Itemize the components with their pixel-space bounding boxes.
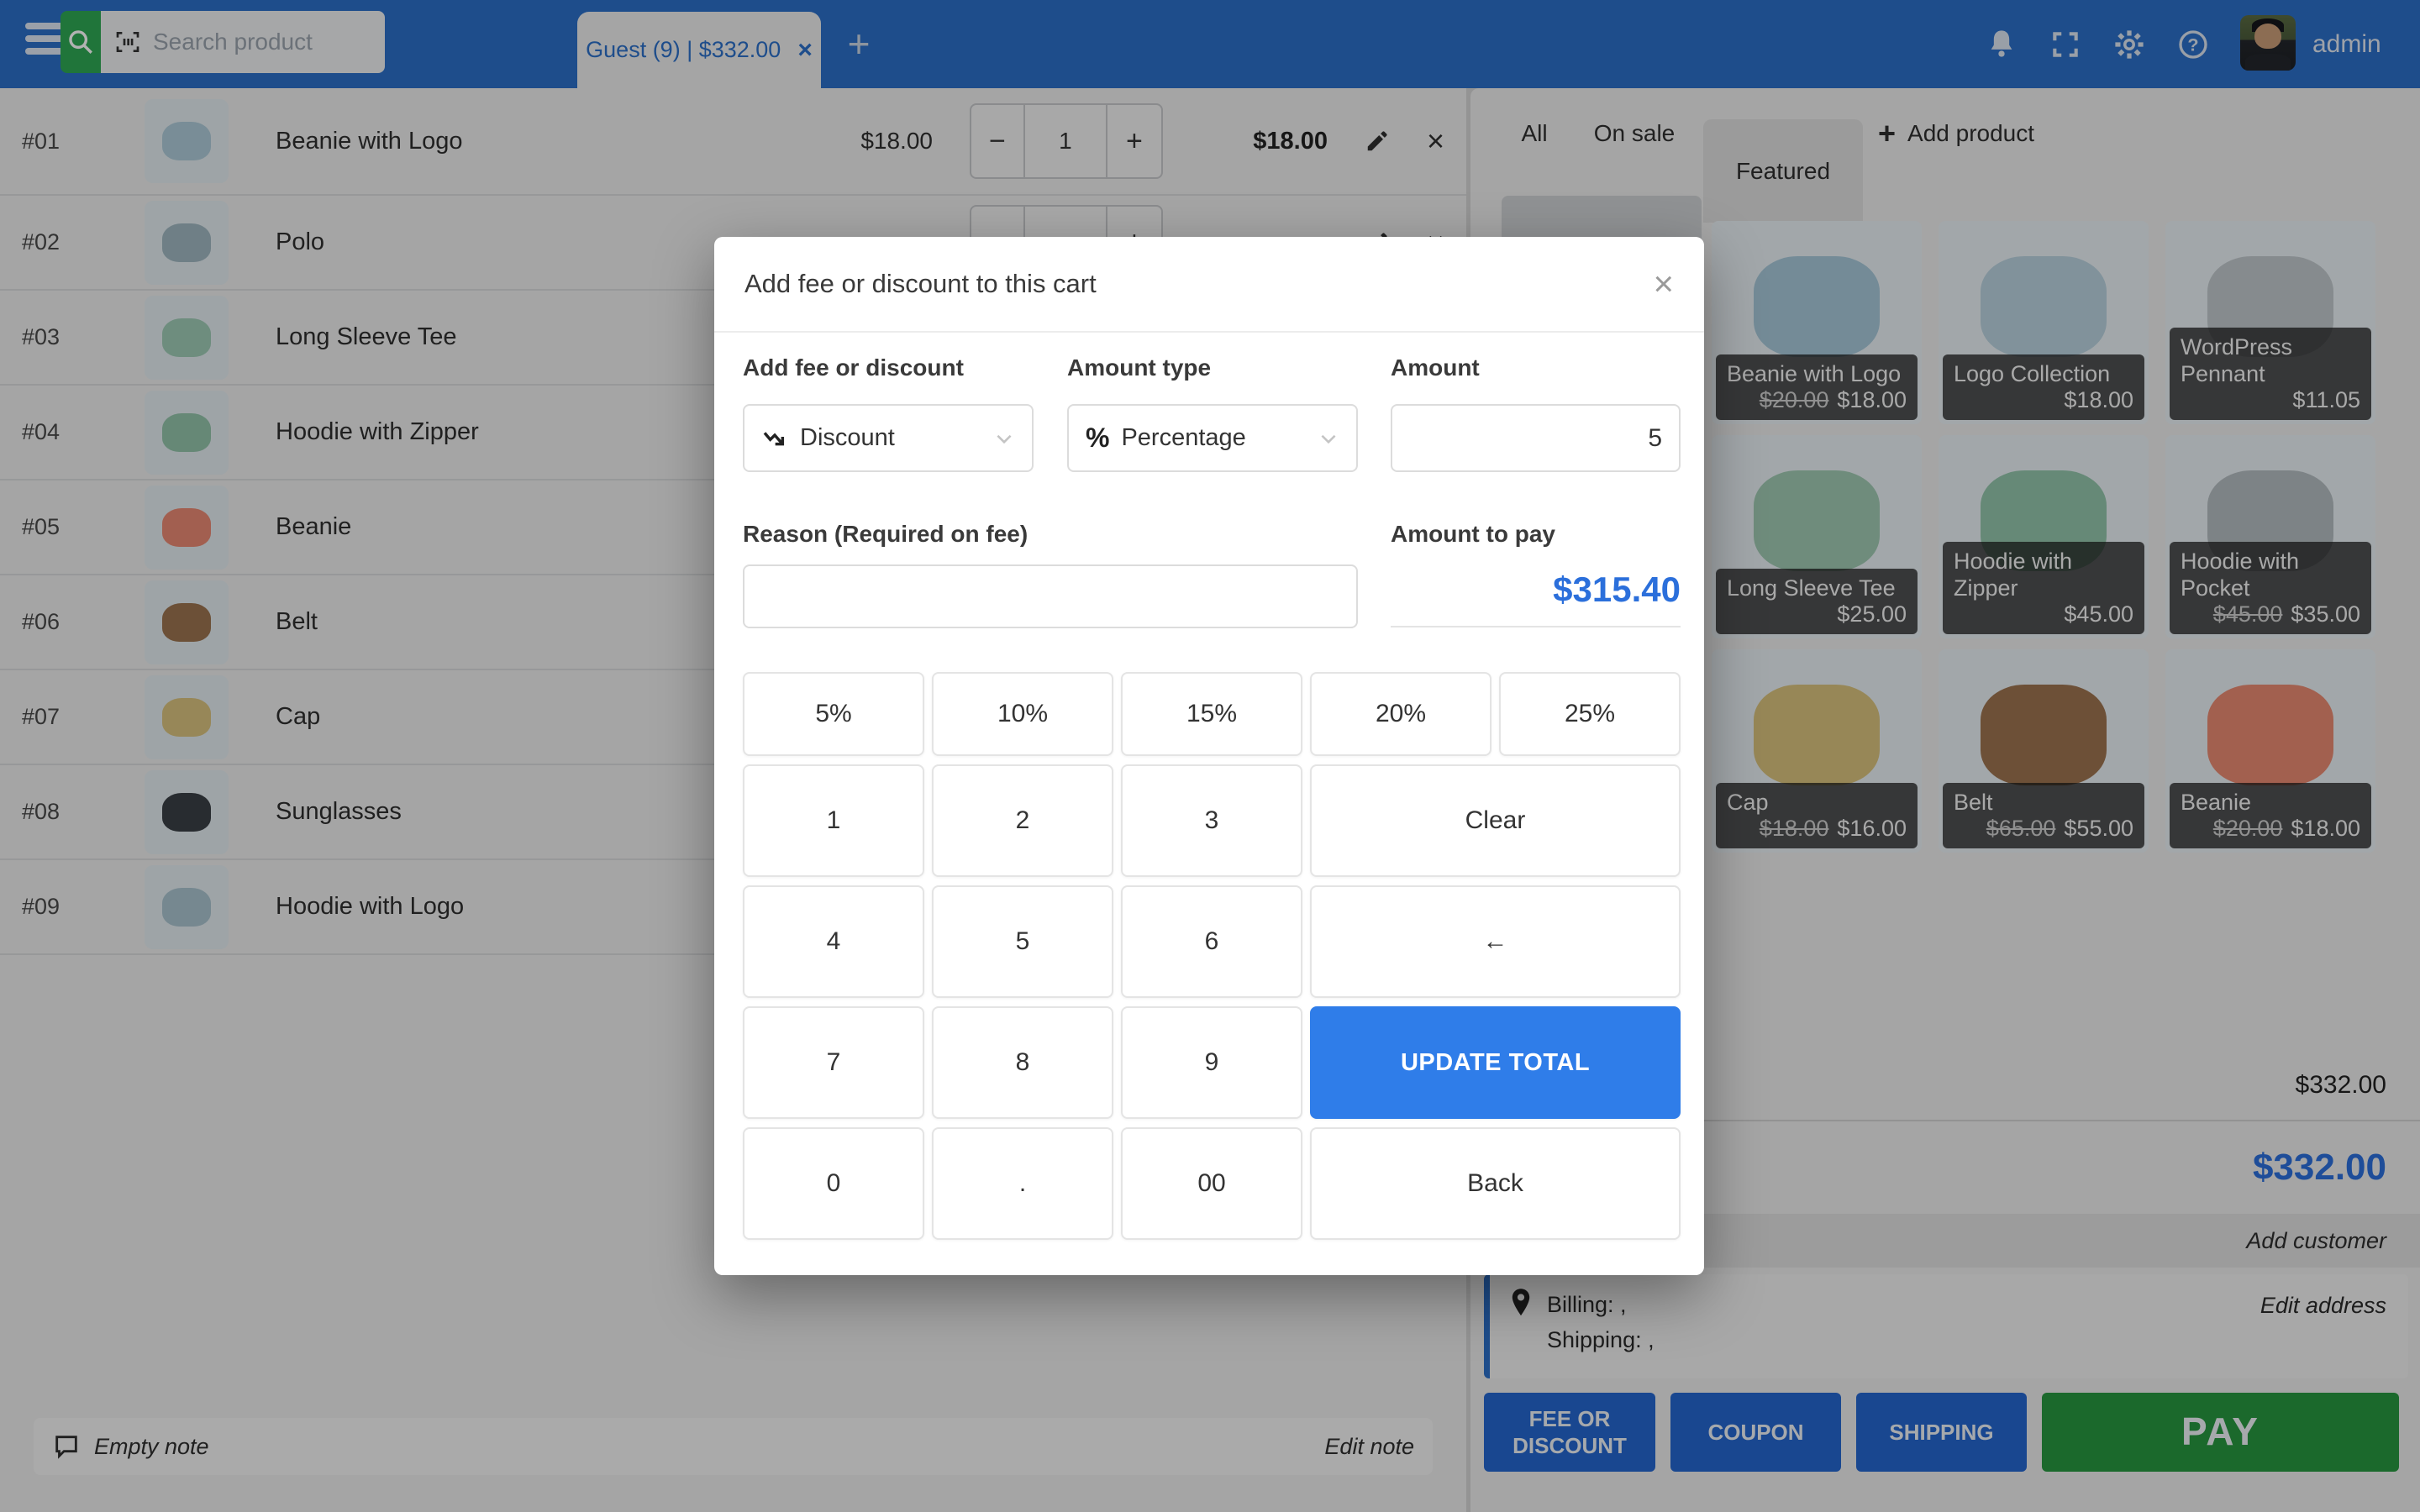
amount-label: Amount	[1391, 354, 1480, 381]
modal-header: Add fee or discount to this cart ×	[714, 237, 1704, 333]
amount-to-pay-underline	[1391, 626, 1681, 627]
amount-to-pay-label: Amount to pay	[1391, 521, 1555, 548]
chevron-down-icon	[993, 428, 1015, 449]
numpad-key-percent-20[interactable]: 20%	[1310, 672, 1491, 756]
numpad-key-3[interactable]: 3	[1121, 764, 1302, 877]
reason-label: Reason (Required on fee)	[743, 521, 1028, 548]
fee-type-label: Add fee or discount	[743, 354, 964, 381]
numpad-key-2[interactable]: 2	[932, 764, 1113, 877]
numpad-key-5[interactable]: 5	[932, 885, 1113, 998]
modal-close-icon[interactable]: ×	[1653, 266, 1674, 302]
reason-input[interactable]	[743, 564, 1358, 628]
numpad-key-9[interactable]: 9	[1121, 1006, 1302, 1119]
numpad-key-clear[interactable]: Clear	[1310, 764, 1681, 877]
numpad-key-double-zero[interactable]: 00	[1121, 1127, 1302, 1240]
modal-title: Add fee or discount to this cart	[744, 269, 1097, 299]
discount-trend-icon	[761, 425, 788, 452]
fee-type-select[interactable]: Discount	[743, 404, 1034, 472]
percent-icon: %	[1086, 423, 1109, 454]
numpad-key-backspace[interactable]: ←	[1310, 885, 1681, 998]
chevron-down-icon	[1318, 428, 1339, 449]
amount-type-label: Amount type	[1067, 354, 1211, 381]
numpad-key-percent-5[interactable]: 5%	[743, 672, 924, 756]
fee-type-value: Discount	[800, 424, 895, 452]
numpad: 5%10%15%20%25% 123Clear 456← 789UPDATE TOTA…	[743, 672, 1681, 1240]
numpad-key-1[interactable]: 1	[743, 764, 924, 877]
fee-discount-modal: Add fee or discount to this cart × Add f…	[714, 237, 1704, 1275]
numpad-key-8[interactable]: 8	[932, 1006, 1113, 1119]
numpad-key-7[interactable]: 7	[743, 1006, 924, 1119]
numpad-key-0[interactable]: 0	[743, 1127, 924, 1240]
amount-type-value: Percentage	[1121, 424, 1245, 452]
numpad-key-4[interactable]: 4	[743, 885, 924, 998]
amount-input[interactable]: 5	[1391, 404, 1681, 472]
numpad-key-dot[interactable]: .	[932, 1127, 1113, 1240]
numpad-key-percent-15[interactable]: 15%	[1121, 672, 1302, 756]
numpad-key-back[interactable]: Back	[1310, 1127, 1681, 1240]
amount-type-select[interactable]: % Percentage	[1067, 404, 1358, 472]
numpad-key-update-total[interactable]: UPDATE TOTAL	[1310, 1006, 1681, 1119]
numpad-key-6[interactable]: 6	[1121, 885, 1302, 998]
numpad-key-percent-10[interactable]: 10%	[932, 672, 1113, 756]
numpad-key-percent-25[interactable]: 25%	[1499, 672, 1681, 756]
amount-to-pay-value: $315.40	[1391, 570, 1681, 610]
amount-value: 5	[1648, 424, 1662, 453]
